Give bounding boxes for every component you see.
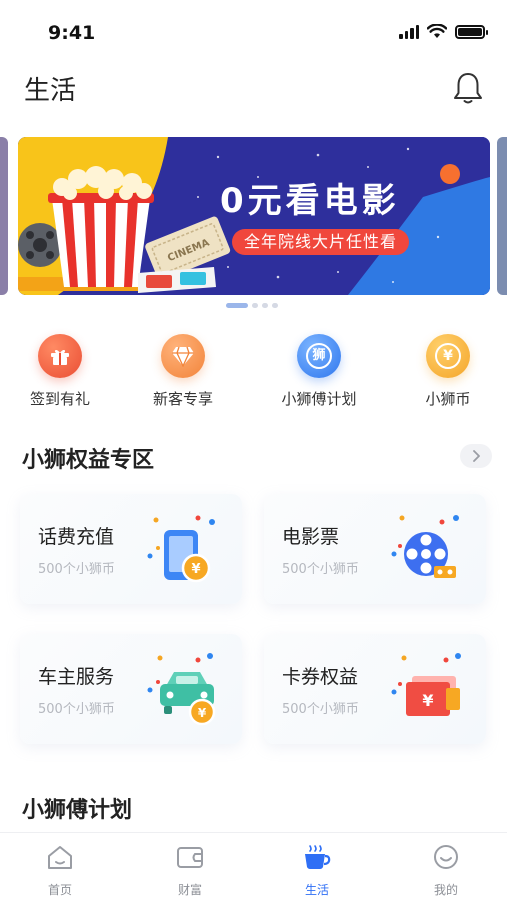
tab-label: 首页 xyxy=(47,883,72,897)
quick-entry-label: 小狮币 xyxy=(425,390,471,408)
tab-label: 生活 xyxy=(304,883,329,897)
coin-icon: ¥ xyxy=(426,334,470,378)
header: 生活 xyxy=(0,62,507,114)
coupon-icon: ¥ xyxy=(391,653,461,716)
tab-wealth[interactable]: 财富 xyxy=(150,843,230,898)
carousel-indicator xyxy=(226,303,278,308)
quick-entry-new-customer[interactable]: 新客专享 xyxy=(128,334,238,409)
bell-icon[interactable] xyxy=(451,70,485,106)
tab-home[interactable]: 首页 xyxy=(20,843,100,898)
quick-entry-lion-coin[interactable]: ¥ 小狮币 xyxy=(393,334,503,409)
plan-section-title: 小狮傅计划 xyxy=(22,798,133,823)
card-subtitle: 500个小狮币 xyxy=(282,702,359,717)
battery-icon xyxy=(455,24,488,39)
coffee-cup-icon xyxy=(305,845,331,869)
coin-glyph: ¥ xyxy=(435,343,461,369)
tab-label: 财富 xyxy=(177,883,202,897)
card-subtitle: 500个小狮币 xyxy=(38,702,115,717)
tab-life[interactable]: 生活 xyxy=(277,843,357,898)
banner-next-peek[interactable] xyxy=(497,137,507,295)
card-title: 话费充值 xyxy=(38,526,115,548)
banner-tagline: 全年院线大片任性看 xyxy=(232,229,410,255)
status-bar: 9:41 xyxy=(0,0,507,60)
tab-me[interactable]: 我的 xyxy=(406,843,486,898)
wallet-icon xyxy=(177,847,203,868)
quick-entry-label: 新客专享 xyxy=(152,390,213,408)
benefits-section-title: 小狮权益专区 xyxy=(22,448,155,473)
carousel-dot xyxy=(252,303,258,308)
benefit-card-coupons[interactable]: 卡券权益 500个小狮币 ¥ xyxy=(264,634,486,744)
quick-entry-lion-plan[interactable]: 狮 小狮傅计划 xyxy=(264,334,374,409)
card-title: 电影票 xyxy=(282,526,340,548)
page-title: 生活 xyxy=(24,76,77,106)
benefit-card-movie-ticket[interactable]: 电影票 500个小狮币 xyxy=(264,494,486,604)
phone-recharge-icon: ¥ xyxy=(147,515,215,583)
wifi-icon xyxy=(427,24,447,38)
card-title: 卡券权益 xyxy=(282,666,359,688)
lion-badge-glyph: 狮 xyxy=(306,343,332,369)
carousel-dot xyxy=(262,303,268,308)
carousel-dot xyxy=(272,303,278,308)
home-icon xyxy=(48,846,72,869)
film-reel-icon xyxy=(391,515,459,578)
banner-headline: 0元看电影 xyxy=(220,181,400,221)
cellular-signal-icon xyxy=(399,24,419,39)
benefit-card-phone-recharge[interactable]: 话费充值 500个小狮币 ¥ xyxy=(20,494,242,604)
bottom-tab-bar: 首页 财富 生活 我的 xyxy=(0,832,507,900)
status-time: 9:41 xyxy=(48,22,96,44)
quick-entry-label: 签到有礼 xyxy=(29,390,90,408)
smiley-icon xyxy=(434,845,458,869)
svg-text:¥: ¥ xyxy=(198,706,207,720)
banner-prev-peek[interactable] xyxy=(0,137,8,295)
diamond-icon xyxy=(161,334,205,378)
carousel-dot xyxy=(226,303,248,308)
chevron-right-icon xyxy=(473,450,480,462)
benefits-more-button[interactable] xyxy=(460,444,492,468)
svg-text:¥: ¥ xyxy=(191,562,200,577)
quick-entry-checkin[interactable]: 签到有礼 xyxy=(5,334,115,409)
benefit-card-car-service[interactable]: 车主服务 500个小狮币 ¥ xyxy=(20,634,242,744)
tab-label: 我的 xyxy=(433,883,458,897)
card-subtitle: 500个小狮币 xyxy=(282,562,359,577)
promo-banner[interactable]: CINEMA 0元看电影 全年院线大片任性看 xyxy=(18,137,490,295)
car-service-icon: ¥ xyxy=(147,653,216,726)
status-icons xyxy=(399,24,488,39)
card-subtitle: 500个小狮币 xyxy=(38,562,115,577)
gift-icon xyxy=(38,334,82,378)
quick-entry-row: 签到有礼 新客专享 狮 小狮傅计划 ¥ 小狮币 xyxy=(0,334,507,414)
lion-badge-icon: 狮 xyxy=(297,334,341,378)
quick-entry-label: 小狮傅计划 xyxy=(281,390,357,408)
card-title: 车主服务 xyxy=(38,666,115,688)
svg-text:¥: ¥ xyxy=(422,691,433,710)
